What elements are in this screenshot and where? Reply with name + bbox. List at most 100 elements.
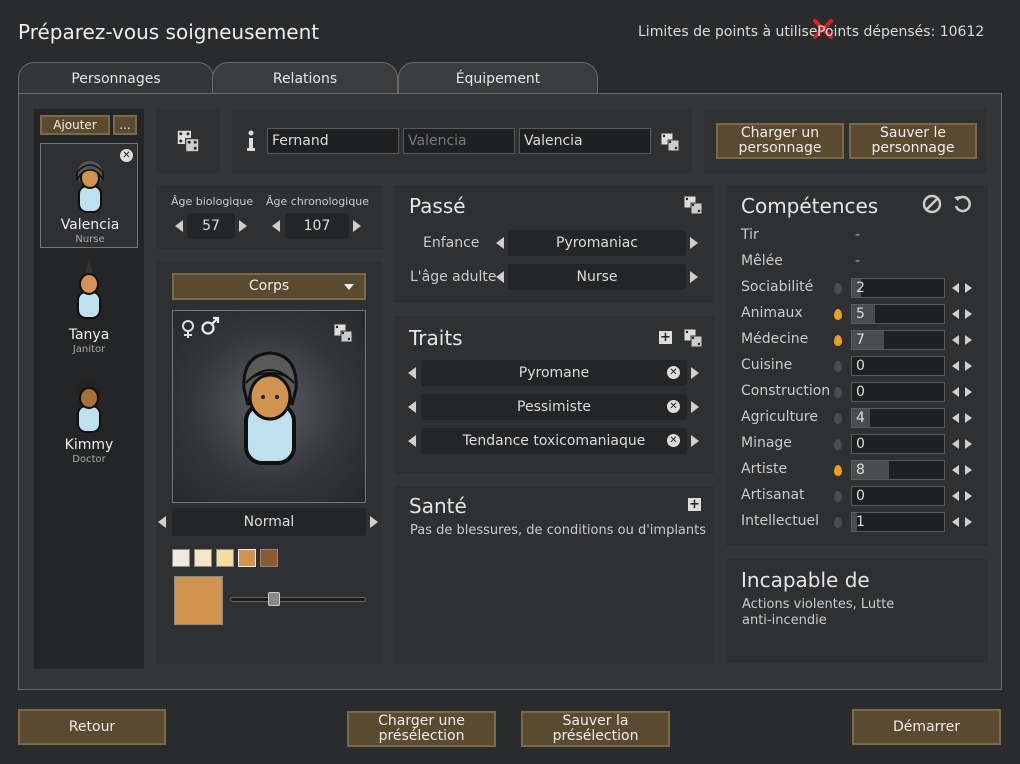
adulthood-next-arrow[interactable] <box>690 271 698 283</box>
trait-prev-arrow[interactable] <box>408 401 416 413</box>
remove-trait-icon[interactable]: ✕ <box>667 366 680 379</box>
load-pawn-button[interactable]: Charger un personnage <box>716 123 844 159</box>
remove-trait-icon[interactable]: ✕ <box>667 400 680 413</box>
skill-increase-arrow[interactable] <box>965 491 972 501</box>
randomize-dice-icon[interactable] <box>174 129 202 153</box>
skill-increase-arrow[interactable] <box>965 309 972 319</box>
trait-item[interactable]: Pyromane ✕ <box>421 360 687 386</box>
load-preset-button[interactable]: Charger une présélection <box>347 711 496 747</box>
passion-flame-icon[interactable] <box>834 283 842 294</box>
add-trait-icon[interactable]: + <box>659 331 672 344</box>
skill-increase-arrow[interactable] <box>965 387 972 397</box>
skill-increase-arrow[interactable] <box>965 465 972 475</box>
tab-relations[interactable]: Relations <box>212 62 398 94</box>
trait-next-arrow[interactable] <box>691 367 699 379</box>
skill-decrease-arrow[interactable] <box>952 335 959 345</box>
pawn-card-tanya[interactable]: Tanya Janitor <box>40 258 138 363</box>
bio-age-decrease-arrow[interactable] <box>175 220 183 232</box>
skill-increase-arrow[interactable] <box>965 335 972 345</box>
passion-flame-icon[interactable] <box>834 439 842 450</box>
body-type-next-arrow[interactable] <box>370 516 378 528</box>
forbid-icon[interactable] <box>922 194 942 214</box>
skin-swatch[interactable] <box>216 549 234 567</box>
trait-next-arrow[interactable] <box>691 401 699 413</box>
skill-increase-arrow[interactable] <box>965 517 972 527</box>
back-button[interactable]: Retour <box>18 709 166 745</box>
trait-item[interactable]: Pessimiste ✕ <box>421 394 687 420</box>
skill-decrease-arrow[interactable] <box>952 361 959 371</box>
add-pawn-button[interactable]: Ajouter <box>40 115 110 135</box>
passion-flame-icon[interactable] <box>834 413 842 424</box>
randomize-name-dice-icon[interactable] <box>660 132 680 152</box>
save-preset-button[interactable]: Sauver la présélection <box>521 711 670 747</box>
chrono-age-value[interactable]: 107 <box>285 213 349 239</box>
skill-decrease-arrow[interactable] <box>952 309 959 319</box>
passion-flame-icon[interactable] <box>834 387 842 398</box>
appearance-dropdown[interactable]: Corps <box>172 273 366 300</box>
childhood-selector[interactable]: Pyromaniac <box>508 230 686 256</box>
skin-swatch[interactable] <box>172 549 190 567</box>
childhood-next-arrow[interactable] <box>690 237 698 249</box>
skill-increase-arrow[interactable] <box>965 413 972 423</box>
trait-prev-arrow[interactable] <box>408 435 416 447</box>
trait-item[interactable]: Tendance toxicomaniaque ✕ <box>421 428 687 454</box>
trait-prev-arrow[interactable] <box>408 367 416 379</box>
first-name-field[interactable]: Fernand <box>267 128 399 154</box>
skill-decrease-arrow[interactable] <box>952 413 959 423</box>
skill-decrease-arrow[interactable] <box>952 517 959 527</box>
skin-swatch[interactable] <box>194 549 212 567</box>
slider-handle[interactable] <box>268 592 281 606</box>
randomize-backstory-dice-icon[interactable] <box>683 195 703 215</box>
adulthood-selector[interactable]: Nurse <box>508 264 686 290</box>
bio-age-value[interactable]: 57 <box>187 213 235 239</box>
passion-flame-icon[interactable] <box>834 517 842 528</box>
passion-flame-icon[interactable] <box>834 465 842 476</box>
nickname-field[interactable]: Valencia <box>403 128 515 154</box>
info-icon[interactable] <box>245 130 257 152</box>
points-spent-label: Points dépensés: 10612 <box>817 24 985 40</box>
add-health-icon[interactable]: + <box>688 498 701 511</box>
skill-decrease-arrow[interactable] <box>952 465 959 475</box>
skill-decrease-arrow[interactable] <box>952 283 959 293</box>
male-icon[interactable] <box>200 316 220 336</box>
randomize-traits-dice-icon[interactable] <box>683 328 703 348</box>
adulthood-prev-arrow[interactable] <box>496 271 504 283</box>
skin-tone-slider[interactable] <box>230 592 366 606</box>
remove-trait-icon[interactable]: ✕ <box>667 434 680 447</box>
passion-flame-icon[interactable] <box>834 491 842 502</box>
chrono-age-increase-arrow[interactable] <box>353 220 361 232</box>
skill-decrease-arrow[interactable] <box>952 439 959 449</box>
save-pawn-button[interactable]: Sauver le personnage <box>849 123 977 159</box>
skill-increase-arrow[interactable] <box>965 283 972 293</box>
start-button[interactable]: Démarrer <box>852 709 1001 745</box>
points-limit-label[interactable]: Limites de points à utiliser <box>638 24 823 40</box>
passion-flame-icon[interactable] <box>834 309 842 320</box>
last-name-field[interactable]: Valencia <box>519 128 651 154</box>
body-type-selector[interactable]: Normal <box>172 508 366 536</box>
skill-increase-arrow[interactable] <box>965 361 972 371</box>
skin-color-preview[interactable] <box>174 576 223 625</box>
pawn-card-valencia[interactable]: ✕ Valencia Nurse <box>40 143 138 248</box>
skill-decrease-arrow[interactable] <box>952 387 959 397</box>
skin-swatch[interactable] <box>260 549 278 567</box>
chrono-age-decrease-arrow[interactable] <box>272 220 280 232</box>
skill-decrease-arrow[interactable] <box>952 491 959 501</box>
skill-label: Animaux <box>741 305 803 321</box>
body-type-prev-arrow[interactable] <box>158 516 166 528</box>
skin-swatch[interactable] <box>238 549 256 567</box>
bio-age-increase-arrow[interactable] <box>239 220 247 232</box>
skill-value: 7 <box>856 332 865 348</box>
passion-flame-icon[interactable] <box>834 335 842 346</box>
reset-icon[interactable] <box>952 194 972 214</box>
trait-next-arrow[interactable] <box>691 435 699 447</box>
pawn-card-kimmy[interactable]: Kimmy Doctor <box>40 370 138 475</box>
pawn-options-button[interactable]: ... <box>113 115 137 135</box>
tab-equipement[interactable]: Équipement <box>398 62 598 94</box>
randomize-appearance-dice-icon[interactable] <box>333 323 353 343</box>
childhood-prev-arrow[interactable] <box>496 237 504 249</box>
remove-pawn-icon[interactable]: ✕ <box>120 149 133 162</box>
tab-personnages[interactable]: Personnages <box>18 62 214 94</box>
passion-flame-icon[interactable] <box>834 361 842 372</box>
female-icon[interactable] <box>180 319 196 339</box>
skill-increase-arrow[interactable] <box>965 439 972 449</box>
